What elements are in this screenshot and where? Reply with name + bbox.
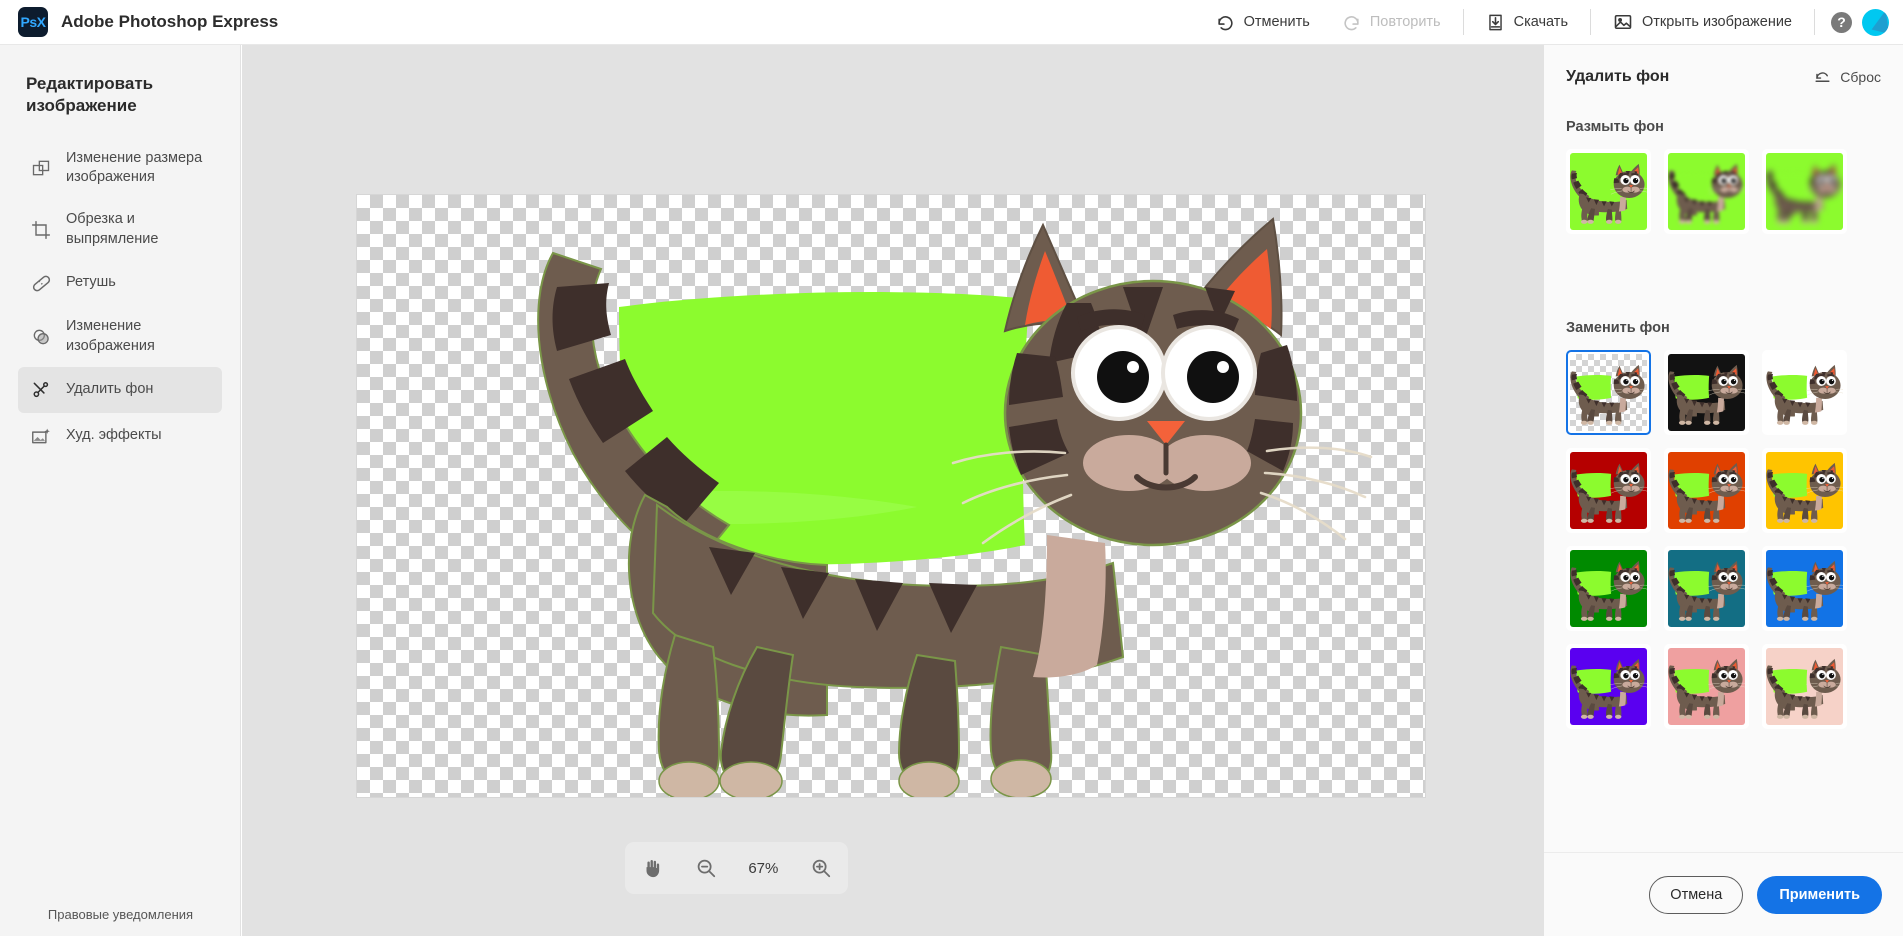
sidebar-item-remove-background[interactable]: Удалить фон (18, 367, 222, 414)
zoom-out-icon[interactable] (695, 857, 717, 879)
bandage-icon (30, 273, 52, 294)
replace-option-black[interactable] (1664, 350, 1749, 435)
picture-icon (1613, 12, 1633, 32)
undo-label: Отменить (1243, 14, 1310, 30)
right-panel-footer: Отмена Применить (1544, 852, 1903, 936)
replace-option-teal[interactable] (1664, 546, 1749, 631)
undo-button[interactable]: Отменить (1200, 0, 1326, 45)
download-button[interactable]: Скачать (1470, 0, 1584, 45)
redo-label: Повторить (1369, 14, 1441, 30)
effects-icon (30, 426, 52, 447)
sidebar-item-crop-straighten[interactable]: Обрезка и выпрямление (18, 199, 222, 260)
app-title: Adobe Photoshop Express (61, 12, 279, 31)
replace-option-blue[interactable] (1762, 546, 1847, 631)
replace-option-salmon[interactable] (1664, 644, 1749, 729)
canvas-workspace: 67% (242, 45, 1543, 936)
top-toolbar: PsX Adobe Photoshop Express Отменить Пов… (0, 0, 1903, 45)
replace-option-orange-red[interactable] (1664, 448, 1749, 533)
blur-option-low[interactable] (1664, 149, 1749, 234)
reset-arrow-icon (1813, 67, 1832, 86)
toolbar-divider-1 (1462, 9, 1464, 35)
toolbar-divider-2 (1590, 9, 1591, 35)
reset-label: Сброс (1840, 68, 1881, 85)
sidebar-item-label: Изменение изображения (66, 318, 155, 354)
replace-thumbnail-grid (1566, 350, 1881, 729)
sidebar-item-label: Обрезка и выпрямление (66, 211, 159, 247)
sidebar-item-resize-image[interactable]: Изменение размера изображения (18, 138, 222, 199)
replace-option-green[interactable] (1566, 546, 1651, 631)
cancel-button[interactable]: Отмена (1649, 875, 1744, 914)
download-label: Скачать (1513, 14, 1568, 30)
toolbar-actions: Отменить Повторить Скачать Открыть изобр… (1200, 0, 1903, 45)
replace-option-gold[interactable] (1762, 448, 1847, 533)
photoshop-express-logo: PsX (18, 7, 48, 37)
sidebar-item-label: Изменение размера изображения (66, 149, 203, 186)
sidebar-nav: Изменение размера изображения Обрезка и … (0, 138, 240, 459)
download-icon (1486, 13, 1505, 32)
sidebar-item-label: Удалить фон (66, 381, 154, 398)
replace-section-label: Заменить фон (1566, 320, 1670, 336)
app-brand: PsX Adobe Photoshop Express (0, 7, 278, 37)
replace-option-dark-red[interactable] (1566, 448, 1651, 533)
sidebar-item-label: Ретушь (66, 274, 116, 291)
open-image-label: Открыть изображение (1642, 14, 1792, 30)
replace-option-transparent[interactable] (1566, 350, 1651, 435)
redo-button[interactable]: Повторить (1326, 0, 1457, 45)
scissors-icon (30, 380, 52, 400)
crop-icon (30, 220, 52, 240)
resize-icon (30, 158, 52, 178)
blur-thumbnail-grid (1566, 149, 1881, 234)
toolbar-divider-3 (1814, 9, 1815, 35)
right-panel-header: Удалить фон Сброс (1544, 45, 1903, 86)
blur-option-high[interactable] (1762, 149, 1847, 234)
sidebar-title: Редактировать изображение (26, 74, 154, 116)
user-avatar[interactable] (1862, 8, 1889, 36)
sidebar-item-artistic-effects[interactable]: Худ. эффекты (18, 413, 222, 459)
redo-arrow-icon (1342, 13, 1361, 32)
cat-illustration (537, 217, 1373, 797)
hand-icon[interactable] (641, 857, 663, 879)
replace-option-white[interactable] (1762, 350, 1847, 435)
replace-option-violet[interactable] (1566, 644, 1651, 729)
blur-section-label: Размыть фон (1566, 119, 1664, 135)
undo-arrow-icon (1216, 13, 1235, 32)
app-root: PsX Adobe Photoshop Express Отменить Пов… (0, 0, 1903, 936)
adjust-icon (30, 327, 52, 347)
blur-option-none[interactable] (1566, 149, 1651, 234)
sidebar-item-label: Худ. эффекты (66, 427, 162, 444)
zoom-controls: 67% (625, 842, 848, 894)
sidebar-item-adjust-image[interactable]: Изменение изображения (18, 306, 222, 367)
zoom-level-value: 67% (748, 859, 779, 877)
right-panel-title: Удалить фон (1566, 67, 1670, 85)
image-canvas[interactable] (357, 195, 1425, 797)
right-panel: Удалить фон Сброс Размыть фон Заменить ф… (1543, 45, 1903, 936)
open-image-button[interactable]: Открыть изображение (1597, 0, 1808, 45)
apply-button[interactable]: Применить (1757, 875, 1882, 914)
right-panel-scroll[interactable]: Размыть фон Заменить фон (1544, 103, 1903, 852)
help-circle-icon[interactable]: ? (1831, 11, 1852, 33)
sidebar-item-retouch[interactable]: Ретушь (18, 260, 222, 306)
legal-notices-link[interactable]: Правовые уведомления (0, 907, 241, 922)
left-sidebar: Редактировать изображение Изменение разм… (0, 45, 241, 936)
replace-option-light-pink[interactable] (1762, 644, 1847, 729)
zoom-in-icon[interactable] (810, 857, 832, 879)
reset-button[interactable]: Сброс (1813, 67, 1881, 86)
